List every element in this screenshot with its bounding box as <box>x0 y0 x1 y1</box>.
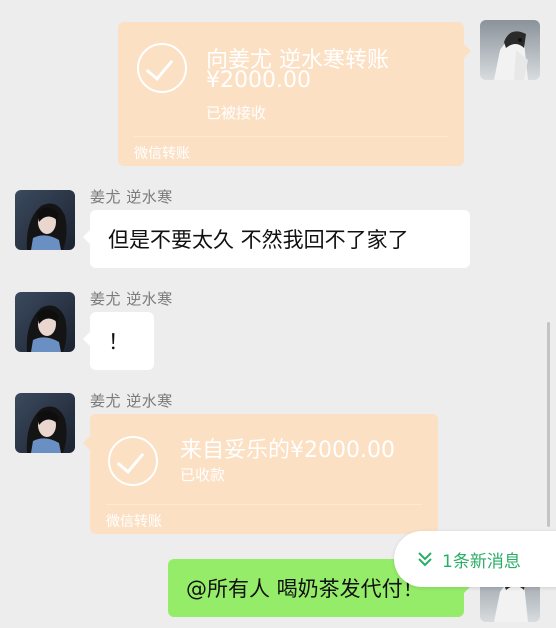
sender-name: 姜尤 逆水寒 <box>90 392 173 410</box>
contact-avatar[interactable] <box>15 190 75 250</box>
incoming-message-bubble[interactable]: ！ <box>83 312 154 370</box>
transfer-amount: ¥2000.00 <box>206 68 311 93</box>
incoming-transfer-card[interactable]: 来自妥乐的¥2000.00 已收款 微信转账 <box>83 414 438 534</box>
transfer-divider <box>134 136 448 137</box>
self-avatar[interactable] <box>480 20 540 80</box>
transfer-status: 已收款 <box>180 466 226 484</box>
transfer-divider <box>106 504 422 505</box>
transfer-title: 来自妥乐的¥2000.00 <box>180 438 395 463</box>
sender-name: 姜尤 逆水寒 <box>90 290 173 308</box>
transfer-status: 已被接收 <box>206 104 267 122</box>
contact-avatar[interactable] <box>15 393 75 453</box>
check-circle-icon <box>137 43 187 93</box>
transfer-footer-label: 微信转账 <box>106 514 162 530</box>
scrollbar[interactable] <box>547 322 550 527</box>
sender-name: 姜尤 逆水寒 <box>90 188 173 206</box>
check-circle-icon <box>108 436 158 486</box>
outgoing-transfer-card[interactable]: 向姜尤 逆水寒转账 ¥2000.00 已被接收 微信转账 <box>118 22 471 166</box>
new-messages-badge[interactable]: 1条新消息 <box>394 531 556 587</box>
transfer-footer-label: 微信转账 <box>134 146 190 162</box>
incoming-message-bubble[interactable]: 但是不要太久 不然我回不了家了 <box>83 210 470 268</box>
contact-avatar[interactable] <box>15 292 75 352</box>
new-messages-label: 1条新消息 <box>442 551 521 572</box>
double-chevron-down-icon <box>418 552 432 567</box>
